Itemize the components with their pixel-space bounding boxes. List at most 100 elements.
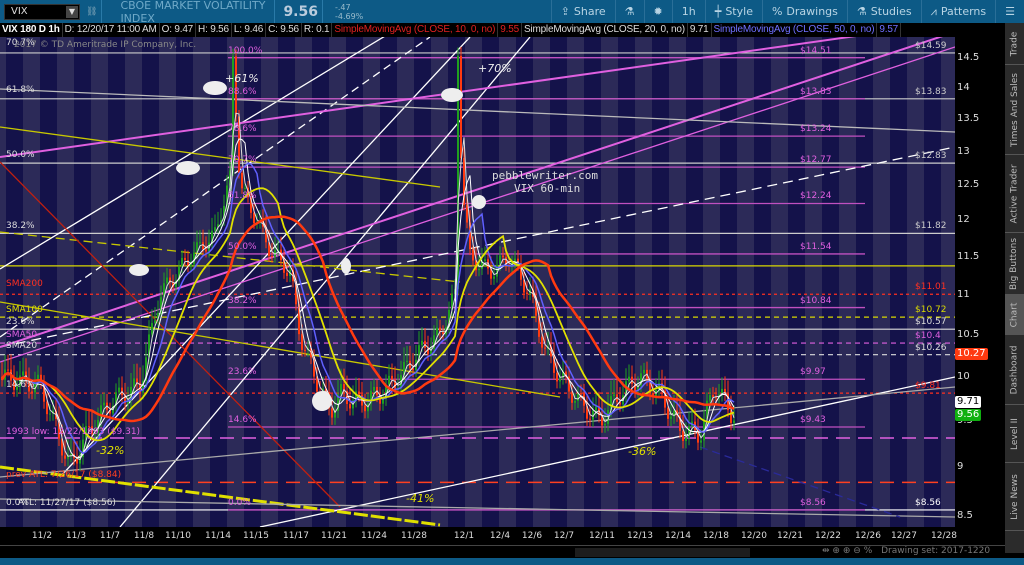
side-tab-live-news[interactable]: Live News bbox=[1005, 463, 1024, 531]
candle bbox=[484, 259, 486, 262]
candle bbox=[604, 423, 606, 426]
sma10-label[interactable]: SimpleMovingAvg (CLOSE, 10, 0, no) bbox=[332, 23, 499, 37]
fib-price-label: $13.24 bbox=[800, 124, 832, 135]
candle bbox=[304, 349, 306, 351]
bar-close: C: 9.56 bbox=[266, 23, 302, 37]
price-tick: 10 bbox=[957, 370, 970, 382]
marker-ellipse bbox=[312, 391, 332, 411]
sma50-label[interactable]: SimpleMovingAvg (CLOSE, 50, 0, no) bbox=[712, 23, 878, 37]
candle bbox=[373, 386, 375, 391]
date-tick: 11/17 bbox=[283, 531, 309, 541]
date-tick: 11/7 bbox=[99, 531, 121, 541]
time-axis[interactable]: 11/2 11/3 11/7 11/8 11/10 11/14 11/15 11/17 11/2… bbox=[0, 527, 957, 545]
marker-ellipse bbox=[472, 195, 486, 209]
level-price-label: $11.01 bbox=[915, 282, 947, 293]
date-tick: 12/18 bbox=[703, 531, 729, 541]
price-tag: 9.56 bbox=[955, 409, 982, 422]
sma20-label[interactable]: SimpleMovingAvg (CLOSE, 20, 0, no) bbox=[522, 23, 688, 37]
left-label: 38.2% bbox=[6, 221, 35, 231]
side-tab-trade[interactable]: Trade bbox=[1005, 23, 1024, 65]
price-tick: 14 bbox=[957, 82, 970, 94]
bar-low: L: 9.46 bbox=[232, 23, 267, 37]
date-tick: 11/15 bbox=[243, 531, 269, 541]
price-tag: 10.27 bbox=[955, 347, 988, 360]
candle bbox=[133, 378, 135, 387]
candle bbox=[364, 405, 366, 412]
chart-zoom-tools: ⇹ ⊕ ⊕ ⊖ % Drawing set: 2017-1220 bbox=[822, 546, 990, 556]
side-tab-label: Trade bbox=[1009, 31, 1020, 56]
pan-icon[interactable]: ⇹ bbox=[822, 546, 830, 556]
fib-percent-label: 70.7% bbox=[228, 155, 257, 166]
scrollbar-thumb[interactable] bbox=[575, 548, 750, 557]
chart-scrollbar[interactable]: ⇹ ⊕ ⊕ ⊖ % Drawing set: 2017-1220 bbox=[0, 545, 1005, 558]
share-button[interactable]: ⇪ Share bbox=[550, 0, 615, 23]
chevron-down-icon[interactable]: ▼ bbox=[66, 5, 78, 18]
candle bbox=[472, 249, 474, 261]
studies-label: Studies bbox=[870, 5, 912, 18]
crosshair-icon[interactable]: ⊕ bbox=[832, 546, 840, 556]
price-tick: 14.5 bbox=[957, 52, 980, 64]
price-chart[interactable]: 2017 © TD Ameritrade IP Company, Inc. 70.… bbox=[0, 37, 955, 527]
date-tick: 11/10 bbox=[165, 531, 191, 541]
candle bbox=[301, 334, 303, 350]
side-tab-times-and-sales[interactable]: Times And Sales bbox=[1005, 65, 1024, 155]
studies-button[interactable]: ⚗ Studies bbox=[846, 0, 921, 23]
marker-ellipse bbox=[203, 81, 227, 95]
candle bbox=[478, 268, 480, 271]
change-percent: -4.69% bbox=[334, 11, 364, 21]
settings-button[interactable]: ✹ bbox=[643, 0, 672, 23]
level-price-label: $13.83 bbox=[915, 86, 947, 97]
menu-button[interactable]: ☰ bbox=[995, 0, 1024, 23]
patterns-button[interactable]: ⩘ Patterns bbox=[920, 0, 996, 23]
fib-price-label: $9.43 bbox=[800, 414, 826, 425]
fib-percent-label: 88.6% bbox=[228, 86, 257, 97]
left-label: SMA20 bbox=[6, 341, 38, 351]
zoom-out-icon[interactable]: ⊖ bbox=[853, 546, 861, 556]
candle bbox=[466, 204, 468, 223]
flask-button[interactable]: ⚗ bbox=[614, 0, 644, 23]
side-tab-big-buttons[interactable]: Big Buttons bbox=[1005, 233, 1024, 295]
price-tag: 9.71 bbox=[955, 395, 982, 408]
left-label: prev ATL: 7/26/17 ($8.84) bbox=[6, 470, 122, 480]
price-axis[interactable]: 14.51413.51312.51211.51110.5109.598.510.… bbox=[955, 37, 1005, 527]
price-tick: 8.5 bbox=[957, 509, 973, 521]
fib-percent-label: 100.0% bbox=[228, 45, 263, 56]
marker-ellipse bbox=[441, 88, 463, 102]
side-tab-chart[interactable]: Chart bbox=[1005, 295, 1024, 335]
candle bbox=[103, 402, 105, 406]
fib-price-label: $10.84 bbox=[800, 295, 832, 306]
patterns-label: Patterns bbox=[940, 5, 987, 18]
annotation: +70% bbox=[478, 62, 512, 75]
candle bbox=[574, 400, 576, 403]
side-tab-level-ii[interactable]: Level II bbox=[1005, 405, 1024, 463]
chart-canvas[interactable] bbox=[0, 37, 955, 527]
drawings-button[interactable]: % Drawings bbox=[761, 0, 847, 23]
fib-price-label: $11.54 bbox=[800, 241, 832, 252]
bar-range: R: 0.1 bbox=[302, 23, 333, 37]
side-tab-dashboard[interactable]: Dashboard bbox=[1005, 335, 1024, 405]
candle bbox=[688, 426, 690, 438]
price-tick: 13.5 bbox=[957, 113, 980, 125]
symbol-selector[interactable]: VIX ▼ bbox=[4, 3, 80, 20]
level-price-label: $10.72 bbox=[915, 305, 947, 316]
side-tab-active-trader[interactable]: Active Trader bbox=[1005, 155, 1024, 233]
watermark-line1: pebblewriter.com bbox=[492, 169, 598, 182]
interval-button[interactable]: 1h bbox=[671, 0, 705, 23]
link-icon[interactable]: ⛓ bbox=[86, 7, 97, 17]
candle bbox=[49, 413, 51, 415]
price-tick: 9 bbox=[957, 460, 964, 472]
candle bbox=[460, 55, 462, 159]
percent-icon[interactable]: % bbox=[864, 546, 873, 556]
style-button[interactable]: ┿ Style bbox=[704, 0, 762, 23]
candle bbox=[712, 395, 714, 398]
date-tick: 12/22 bbox=[815, 531, 841, 541]
flask-icon: ⚗ bbox=[856, 5, 867, 18]
candle bbox=[406, 360, 408, 363]
candle bbox=[391, 375, 393, 380]
candle bbox=[205, 249, 207, 252]
side-tab-label: Live News bbox=[1009, 473, 1020, 520]
candle bbox=[70, 454, 72, 456]
zoom-in-icon[interactable]: ⊕ bbox=[843, 546, 851, 556]
candle bbox=[331, 408, 333, 418]
candle bbox=[271, 255, 273, 257]
